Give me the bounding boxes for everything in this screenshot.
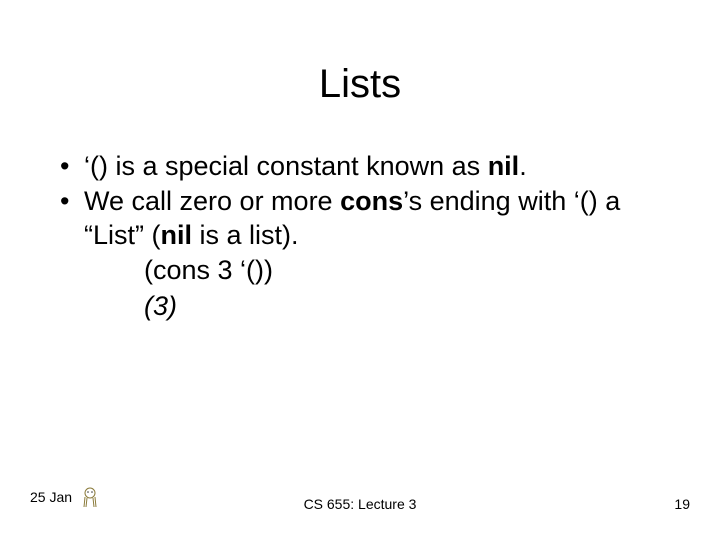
bullet-1-post: . — [519, 151, 527, 181]
slide-title: Lists — [0, 62, 720, 107]
slide-body: ‘() is a special constant known as nil. … — [60, 150, 670, 325]
bullet-1-nil: nil — [488, 151, 520, 181]
bullet-2: We call zero or more cons’s ending with … — [60, 185, 670, 252]
bullet-2-nil: nil — [161, 220, 193, 250]
slide: Lists ‘() is a special constant known as… — [0, 0, 720, 540]
bullet-1: ‘() is a special constant known as nil. — [60, 150, 670, 183]
footer-page: 19 — [674, 496, 690, 512]
bullet-2-post: is a list). — [192, 220, 299, 250]
bullet-1-pre: ‘() is a special constant known as — [84, 151, 488, 181]
sub-1: (cons 3 ‘()) — [60, 254, 670, 287]
bullet-2-pre: We call zero or more — [84, 186, 340, 216]
sub-2: (3) — [60, 290, 670, 323]
footer-center: CS 655: Lecture 3 — [0, 496, 720, 512]
bullet-2-cons: cons — [340, 186, 403, 216]
